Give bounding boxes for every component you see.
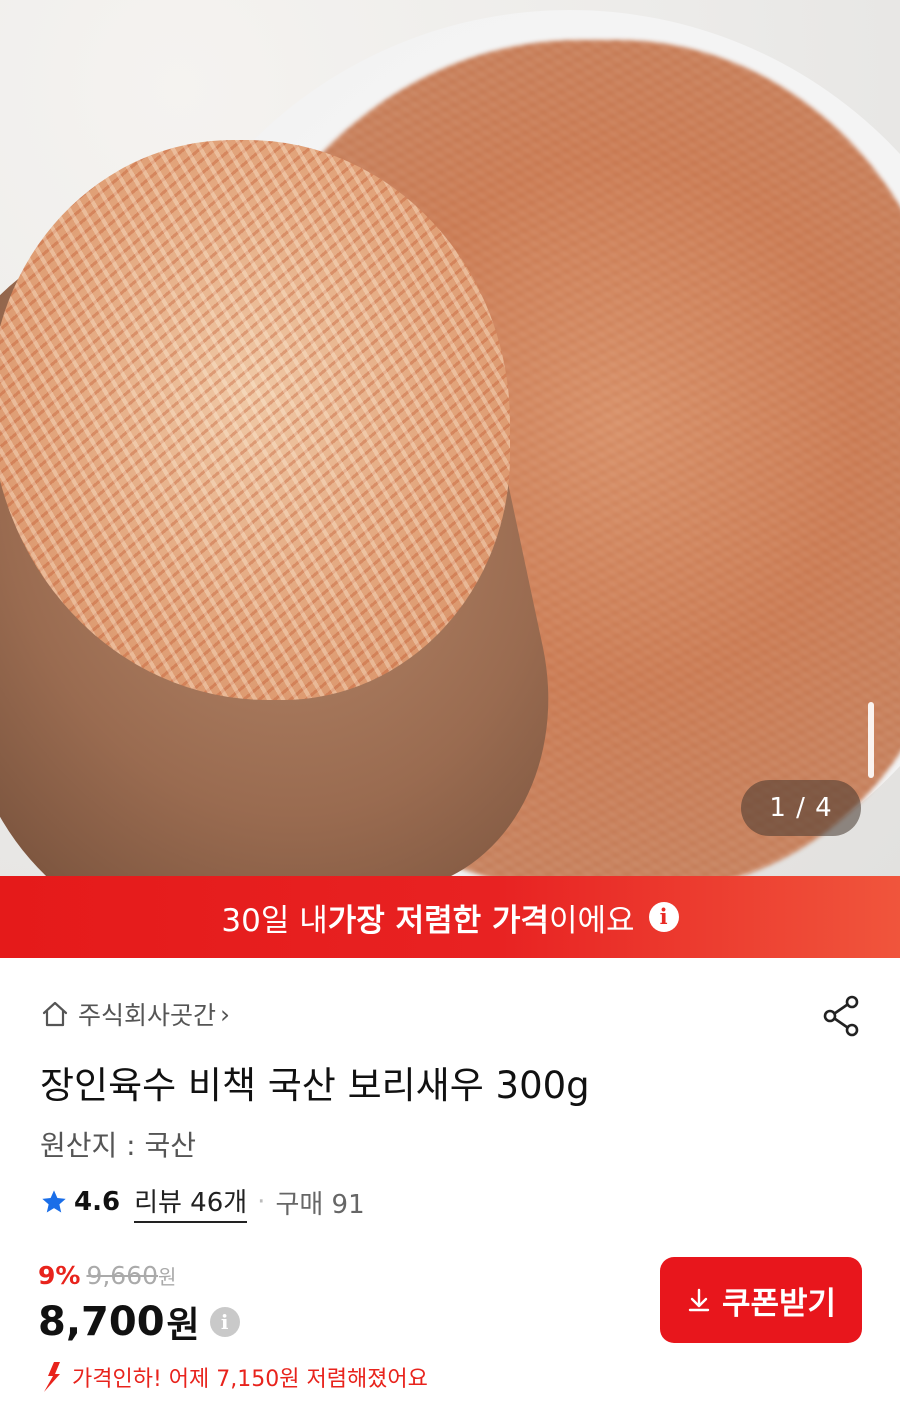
price-drop-text: 가격인하! 어제 7,150원 저렴해졌어요 — [72, 1367, 428, 1392]
coupon-download-button[interactable]: 쿠폰받기 — [660, 1257, 862, 1343]
rating-row: 4.6 리뷰 46개 · 구매 91 — [40, 1182, 365, 1223]
discount-row: 9% 9,660 원 — [38, 1261, 176, 1290]
promo-suffix: 이에요 — [549, 902, 635, 939]
price-drop-notice: 가격인하! 어제 7,150원 저렴해졌어요 — [40, 1357, 428, 1397]
price-down-arrow-icon — [44, 1362, 60, 1392]
sale-price-unit: 원 — [166, 1305, 200, 1346]
separator-dot: · — [257, 1187, 266, 1217]
original-price-unit: 원 — [158, 1265, 177, 1289]
price-row: 8,700 원 i — [38, 1296, 240, 1348]
store-link[interactable]: 주식회사곳간 › — [40, 994, 230, 1034]
discount-rate: 9% — [38, 1261, 81, 1290]
coupon-button-label: 쿠폰받기 — [721, 1285, 837, 1322]
store-name: 주식회사곳간 — [78, 1001, 217, 1030]
home-icon — [42, 1001, 68, 1027]
sale-price: 8,700 — [38, 1299, 165, 1345]
gallery-page-counter: 1 / 4 — [741, 780, 861, 836]
review-count-link[interactable]: 리뷰 46개 — [134, 1182, 248, 1223]
info-icon[interactable]: i — [648, 902, 679, 932]
promo-prefix: 30일 내 — [221, 902, 328, 939]
product-title: 장인육수 비책 국산 보리새우 300g — [40, 1064, 590, 1107]
handful-shrimp-image — [0, 140, 510, 700]
price-info-icon[interactable]: i — [209, 1307, 240, 1337]
download-icon — [688, 1288, 710, 1312]
promo-highlight: 가장 저렴한 가격 — [327, 902, 549, 939]
rating-score: 4.6 — [74, 1187, 121, 1217]
scroll-indicator — [868, 702, 874, 778]
lowest-price-banner[interactable]: 30일 내 가장 저렴한 가격 이에요 i — [0, 876, 900, 958]
product-image-gallery[interactable]: 1 / 4 — [0, 0, 900, 876]
product-origin: 원산지 : 국산 — [40, 1129, 197, 1162]
star-icon — [42, 1190, 66, 1213]
original-price: 9,660 — [86, 1261, 159, 1290]
chevron-right-icon: › — [220, 999, 231, 1029]
share-icon[interactable] — [818, 992, 866, 1040]
purchase-count: 구매 91 — [275, 1189, 365, 1220]
